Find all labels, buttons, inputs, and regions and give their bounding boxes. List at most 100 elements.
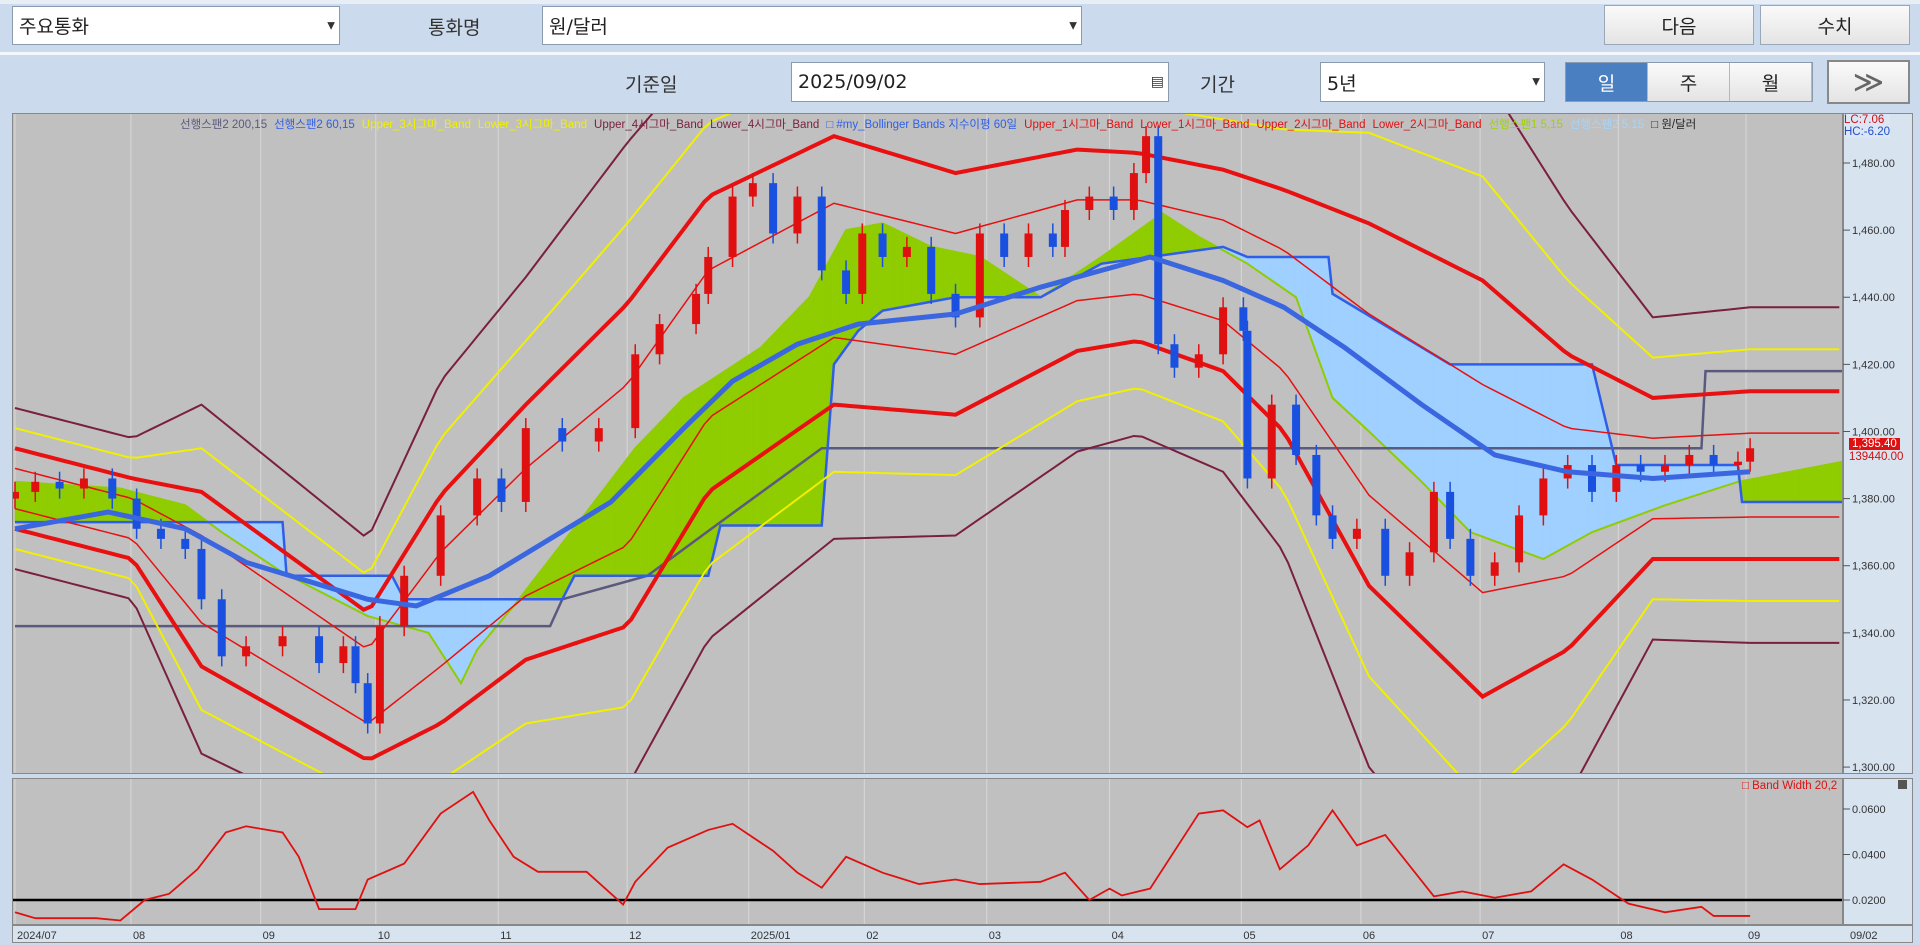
ichimoku-cloud-segment [724, 368, 729, 526]
ichimoku-cloud-segment [991, 264, 997, 298]
candle-body [1381, 528, 1390, 576]
candle-body [1612, 465, 1621, 492]
ichimoku-cloud-segment [1766, 475, 1771, 503]
ichimoku-cloud-segment [1839, 461, 1842, 503]
ichimoku-cloud-segment [22, 482, 28, 523]
ichimoku-cloud-segment [1644, 464, 1650, 514]
ichimoku-cloud-segment [760, 342, 766, 526]
candle-body [748, 183, 757, 197]
ichimoku-cloud-segment [1802, 468, 1808, 503]
ichimoku-cloud-segment [1530, 364, 1536, 557]
ichimoku-cloud-segment [1680, 464, 1686, 501]
ichimoku-cloud-segment [557, 542, 563, 600]
legend-item[interactable]: 선행스팬2 60,15 [274, 116, 355, 132]
ichimoku-cloud-segment [444, 599, 450, 666]
legend-item[interactable]: Upper_2시그마_Band [1256, 116, 1365, 132]
candle-body [692, 293, 701, 325]
ichimoku-cloud-segment [618, 463, 624, 577]
legend-item[interactable]: 선행스팬2 200,15 [180, 116, 267, 132]
candle-body [1328, 515, 1337, 539]
ichimoku-cloud-segment [1336, 295, 1341, 406]
ichimoku-cloud-segment [1348, 303, 1354, 418]
ichimoku-cloud-segment [740, 357, 745, 526]
candle-body [521, 428, 530, 502]
ichimoku-cloud-segment [1182, 225, 1187, 253]
ichimoku-cloud-segment [1271, 256, 1277, 284]
candle-body [878, 233, 887, 257]
ichimoku-cloud-segment [99, 486, 105, 523]
ichimoku-cloud-segment [898, 230, 904, 308]
y-tick-label: 0.0600 [1852, 804, 1886, 816]
candle-body [655, 324, 664, 355]
legend-item[interactable]: Lower_4시그마_Band [710, 116, 819, 132]
candle-body [728, 196, 737, 257]
candle-body [1466, 538, 1475, 576]
ichimoku-cloud-segment [1559, 364, 1564, 551]
ichimoku-cloud-segment [1697, 464, 1702, 496]
ichimoku-cloud-segment [1141, 224, 1147, 259]
ichimoku-cloud-segment [1425, 349, 1431, 491]
legend-item[interactable]: Lower_3시그마_Band [478, 116, 587, 132]
ichimoku-cloud-segment [914, 238, 920, 305]
panel-toggle-icon[interactable] [1898, 780, 1907, 789]
ichimoku-cloud-segment [606, 479, 612, 577]
ichimoku-cloud-segment [574, 521, 579, 577]
legend-item[interactable]: Upper_4시그마_Band [594, 116, 703, 132]
legend-item[interactable]: 선행스팬2 5,15 [1570, 116, 1644, 132]
candle-body [497, 478, 506, 502]
ichimoku-cloud-segment [602, 484, 608, 577]
legend-item[interactable]: Lower_1시그마_Band [1140, 116, 1249, 132]
ichimoku-cloud-segment [379, 575, 385, 621]
candle-body [473, 478, 482, 516]
candle-body [351, 646, 360, 684]
ichimoku-cloud-segment [1770, 474, 1775, 503]
ichimoku-cloud-segment [1380, 322, 1386, 448]
ichimoku-cloud-segment [367, 575, 373, 618]
ichimoku-cloud-segment [1745, 479, 1751, 503]
legend-item[interactable]: Lower_2시그마_Band [1372, 116, 1481, 132]
y-tick-label: 0.0200 [1852, 895, 1886, 907]
y-tick-label: 1,340.00 [1852, 628, 1895, 640]
x-tick-label: 08 [1620, 930, 1632, 942]
ichimoku-cloud-segment [1279, 256, 1285, 290]
ichimoku-cloud-segment [764, 338, 770, 526]
ichimoku-cloud-segment [817, 274, 822, 526]
ichimoku-cloud-segment [1786, 471, 1791, 503]
candle-body [817, 196, 826, 271]
legend-item[interactable]: Upper_1시그마_Band [1024, 116, 1133, 132]
ichimoku-cloud-segment [172, 501, 178, 523]
candle-body [1352, 528, 1361, 539]
ichimoku-cloud-segment [1822, 464, 1828, 503]
ichimoku-cloud-segment [164, 499, 170, 523]
ichimoku-cloud-segment [1762, 476, 1767, 503]
candle-body [339, 646, 348, 664]
legend-item[interactable]: Upper_3시그마_Band [362, 116, 471, 132]
ichimoku-cloud-segment [1352, 305, 1358, 421]
candle-body [1219, 307, 1228, 355]
candle-body [1129, 173, 1138, 210]
ichimoku-cloud-segment [1344, 300, 1350, 414]
ichimoku-cloud-segment [1522, 364, 1528, 554]
bandwidth-legend: □ Band Width 20,2 [1742, 780, 1838, 792]
ichimoku-cloud-segment [635, 443, 640, 577]
ichimoku-cloud-segment [922, 242, 928, 304]
candle-body [1170, 344, 1179, 368]
ichimoku-cloud-segment [1782, 472, 1787, 503]
ichimoku-cloud-segment [910, 236, 916, 306]
legend-item[interactable]: □ #my_Bollinger Bands 지수이평 60일 [826, 116, 1017, 132]
ichimoku-cloud-segment [1145, 221, 1151, 258]
ichimoku-cloud-segment [1149, 218, 1155, 258]
ichimoku-cloud-segment [1275, 256, 1281, 287]
legend-item[interactable]: 선행스팬1 5,15 [1489, 116, 1563, 132]
ichimoku-cloud-segment [983, 259, 989, 298]
y-tick-label: 0.0400 [1852, 850, 1886, 862]
ichimoku-cloud-segment [1693, 464, 1698, 497]
ichimoku-cloud-segment [943, 249, 948, 300]
legend-item[interactable]: □ 원/달러 [1651, 116, 1696, 132]
ichimoku-cloud-segment [1405, 337, 1410, 471]
ichimoku-cloud-segment [870, 224, 875, 322]
candle-body [1539, 478, 1548, 516]
candle-body [242, 646, 251, 657]
ichimoku-cloud-segment [1462, 364, 1467, 529]
ichimoku-cloud-segment [1814, 466, 1820, 503]
